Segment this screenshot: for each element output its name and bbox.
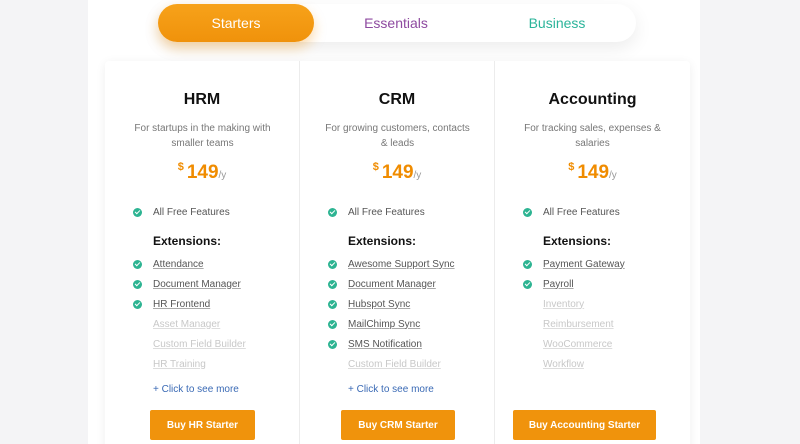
extension-item: HR Training xyxy=(133,357,206,371)
tab-business[interactable]: Business xyxy=(478,4,636,42)
check-icon xyxy=(133,299,142,309)
plan-tier-tabs: Starters Essentials Business xyxy=(158,4,636,42)
check-icon xyxy=(523,259,532,269)
plan-price: $149/y xyxy=(300,161,494,184)
extension-item: Payroll xyxy=(523,277,574,291)
plan-description: For startups in the making with smaller … xyxy=(134,123,271,149)
extension-link[interactable]: Inventory xyxy=(543,299,584,310)
plan-title: Accounting xyxy=(548,91,637,108)
extension-item: Payment Gateway xyxy=(523,257,625,271)
feature-free: All Free Features xyxy=(328,205,425,219)
plan-description: For growing customers, contacts & leads xyxy=(325,123,470,149)
extension-item: Inventory xyxy=(523,297,584,311)
extension-item: HR Frontend xyxy=(133,297,210,311)
extension-item: SMS Notification xyxy=(328,337,422,351)
price-currency: $ xyxy=(177,161,184,173)
extension-link[interactable]: Hubspot Sync xyxy=(348,299,410,310)
extension-item: Custom Field Builder xyxy=(133,337,246,351)
extension-link[interactable]: HR Training xyxy=(153,359,206,370)
plan-price: $149/y xyxy=(495,161,690,184)
extension-link[interactable]: Document Manager xyxy=(153,279,241,290)
extension-item: Document Manager xyxy=(133,277,241,291)
extension-item: WooCommerce xyxy=(523,337,612,351)
extension-link[interactable]: SMS Notification xyxy=(348,339,422,350)
extension-link[interactable]: Document Manager xyxy=(348,279,436,290)
check-icon xyxy=(328,339,337,349)
extension-link[interactable]: Custom Field Builder xyxy=(153,339,246,350)
pricing-cards: HRM For startups in the making with smal… xyxy=(105,61,690,444)
extension-item: Workflow xyxy=(523,357,584,371)
check-icon xyxy=(523,279,532,289)
see-more-link[interactable]: + Click to see more xyxy=(348,384,434,395)
price-currency: $ xyxy=(568,161,575,173)
extension-item: Attendance xyxy=(133,257,204,271)
check-icon xyxy=(328,207,337,217)
extension-item: Awesome Support Sync xyxy=(328,257,455,271)
extension-item: Asset Manager xyxy=(133,317,220,331)
extension-link[interactable]: HR Frontend xyxy=(153,299,210,310)
check-icon xyxy=(328,259,337,269)
feature-label: All Free Features xyxy=(153,206,230,218)
plan-card-accounting: Accounting For tracking sales, expenses … xyxy=(495,61,690,444)
extension-item: Document Manager xyxy=(328,277,436,291)
extensions-heading: Extensions: xyxy=(543,234,612,248)
plan-description: For tracking sales, expenses & salaries xyxy=(524,123,661,149)
check-icon xyxy=(328,279,337,289)
price-period: /y xyxy=(413,170,422,181)
extension-link[interactable]: Payment Gateway xyxy=(543,259,625,270)
see-more-link[interactable]: + Click to see more xyxy=(153,384,239,395)
feature-free: All Free Features xyxy=(523,205,620,219)
price-amount: 149 xyxy=(186,162,219,183)
price-amount: 149 xyxy=(381,162,414,183)
plan-title: CRM xyxy=(378,91,416,108)
plan-card-hrm: HRM For startups in the making with smal… xyxy=(105,61,300,444)
extension-link[interactable]: Custom Field Builder xyxy=(348,359,441,370)
check-icon xyxy=(133,207,142,217)
extensions-heading: Extensions: xyxy=(153,234,222,248)
extension-link[interactable]: Attendance xyxy=(153,259,204,270)
extension-link[interactable]: WooCommerce xyxy=(543,339,612,350)
extension-item: MailChimp Sync xyxy=(328,317,420,331)
extension-link[interactable]: Workflow xyxy=(543,359,584,370)
check-icon xyxy=(328,319,337,329)
plan-title: HRM xyxy=(183,91,221,108)
tab-starters[interactable]: Starters xyxy=(158,4,314,42)
extension-item: Hubspot Sync xyxy=(328,297,410,311)
buy-crm-starter-button[interactable]: Buy CRM Starter xyxy=(341,410,455,440)
plan-card-crm: CRM For growing customers, contacts & le… xyxy=(300,61,495,444)
extension-link[interactable]: Asset Manager xyxy=(153,319,220,330)
price-period: /y xyxy=(218,170,227,181)
feature-label: All Free Features xyxy=(543,206,620,218)
extension-link[interactable]: Payroll xyxy=(543,279,574,290)
price-currency: $ xyxy=(372,161,379,173)
check-icon xyxy=(328,299,337,309)
extension-link[interactable]: MailChimp Sync xyxy=(348,319,420,330)
extension-item: Custom Field Builder xyxy=(328,357,441,371)
check-icon xyxy=(133,259,142,269)
plan-price: $149/y xyxy=(105,161,299,184)
extension-link[interactable]: Awesome Support Sync xyxy=(348,259,455,270)
buy-accounting-starter-button[interactable]: Buy Accounting Starter xyxy=(513,410,656,440)
extension-item: Reimbursement xyxy=(523,317,614,331)
check-icon xyxy=(133,279,142,289)
tab-essentials[interactable]: Essentials xyxy=(314,4,478,42)
extension-link[interactable]: Reimbursement xyxy=(543,319,614,330)
extensions-heading: Extensions: xyxy=(348,234,417,248)
buy-hr-starter-button[interactable]: Buy HR Starter xyxy=(150,410,255,440)
price-amount: 149 xyxy=(577,162,610,183)
feature-free: All Free Features xyxy=(133,205,230,219)
check-icon xyxy=(523,207,532,217)
price-period: /y xyxy=(609,170,617,181)
feature-label: All Free Features xyxy=(348,206,425,218)
